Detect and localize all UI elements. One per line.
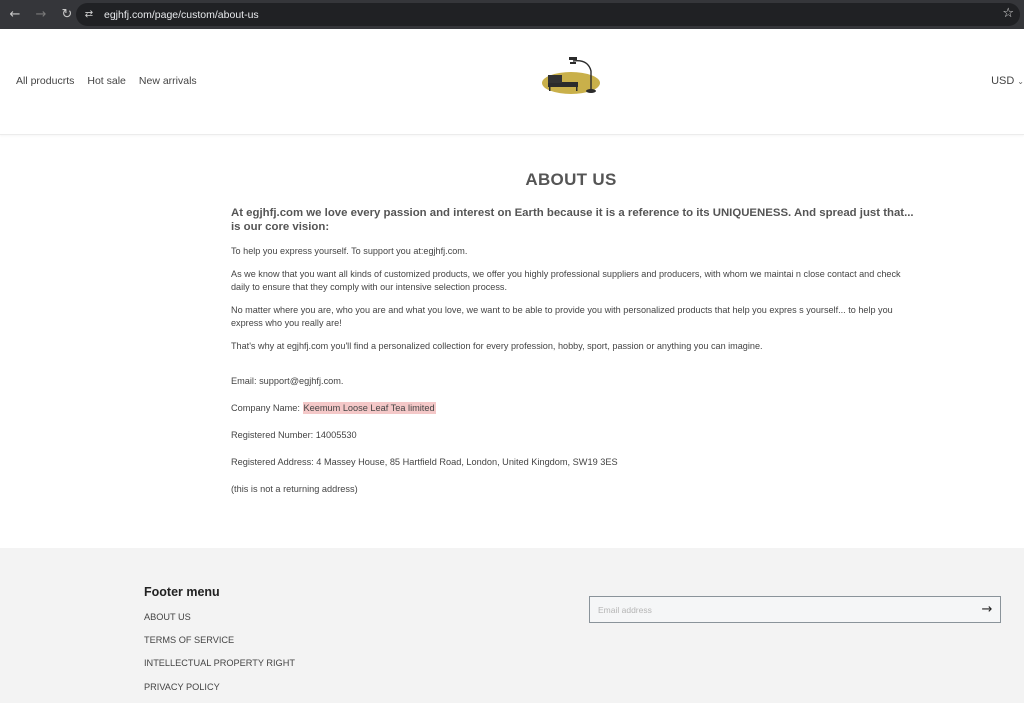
footer-menu-heading: Footer menu (144, 585, 220, 599)
tune-icon: ⇄ (84, 9, 94, 20)
currency-value: USD (991, 75, 1015, 87)
footer-link-about-us[interactable]: ABOUT US (144, 612, 295, 623)
footer-link-terms-of-service[interactable]: TERMS OF SERVICE (144, 635, 295, 646)
nav-all-products[interactable]: All producrts (16, 75, 74, 87)
company-info: Email: support@egjhfj.com. Company Name:… (231, 375, 618, 510)
nav-new-arrivals[interactable]: New arrivals (139, 75, 197, 87)
registered-number-line: Registered Number: 14005530 (231, 430, 357, 440)
email-line: Email: support@egjhfj.com. (231, 376, 344, 386)
reload-icon: ↻ (61, 7, 73, 22)
forward-button[interactable]: → (30, 4, 52, 26)
company-name-value: Keemum Loose Leaf Tea limited (302, 402, 436, 414)
chevron-down-icon: ⌄ (1017, 76, 1024, 86)
address-note: (this is not a returning address) (231, 484, 358, 494)
email-address-input[interactable] (590, 604, 974, 615)
footer-link-privacy-policy[interactable]: PRIVACY POLICY (144, 682, 295, 693)
site-footer: Footer menu ABOUT US TERMS OF SERVICE IN… (0, 548, 1024, 703)
currency-selector[interactable]: USD ⌄ (991, 75, 1024, 87)
address-bar[interactable]: ⇄ egjhfj.com/page/custom/about-us ☆ (76, 3, 1020, 26)
back-button[interactable]: ← (4, 4, 26, 26)
newsletter-form: → (589, 596, 1001, 623)
registered-address-line: Registered Address: 4 Massey House, 85 H… (231, 457, 618, 467)
back-arrow-icon: ← (9, 7, 21, 22)
site-info-button[interactable]: ⇄ (80, 6, 98, 24)
forward-arrow-icon: → (35, 7, 47, 22)
company-name-label: Company Name: (231, 403, 303, 413)
site-logo[interactable] (540, 53, 604, 97)
paragraph-3: No matter where you are, who you are and… (231, 305, 893, 328)
newsletter-submit-button[interactable]: → (974, 597, 1000, 622)
paragraph-2: As we know that you want all kinds of cu… (231, 269, 901, 292)
paragraph-4: That's why at egjhfj.com you'll find a p… (231, 341, 763, 351)
footer-menu: ABOUT US TERMS OF SERVICE INTELLECTUAL P… (144, 612, 295, 705)
page-title: ABOUT US (525, 170, 617, 189)
browser-toolbar: ← → ↻ ⇄ egjhfj.com/page/custom/about-us … (0, 0, 1024, 29)
about-us-content: ABOUT US At egjhfj.com we love every pas… (231, 170, 921, 363)
footer-link-intellectual-property[interactable]: INTELLECTUAL PROPERTY RIGHT (144, 658, 295, 669)
main-nav: All producrts Hot sale New arrivals (16, 75, 197, 87)
sofa-lamp-logo-icon (542, 57, 600, 94)
nav-hot-sale[interactable]: Hot sale (87, 75, 126, 87)
reload-button[interactable]: ↻ (56, 4, 78, 26)
lead-paragraph: At egjhfj.com we love every passion and … (231, 207, 914, 233)
arrow-right-icon: → (981, 602, 993, 617)
company-name-line: Company Name: Keemum Loose Leaf Tea limi… (231, 402, 618, 415)
site-header: All producrts Hot sale New arrivals USD … (0, 29, 1024, 135)
bookmark-star-icon[interactable]: ☆ (1002, 6, 1014, 21)
url-text[interactable]: egjhfj.com/page/custom/about-us (104, 9, 259, 21)
paragraph-1: To help you express yourself. To support… (231, 246, 468, 256)
